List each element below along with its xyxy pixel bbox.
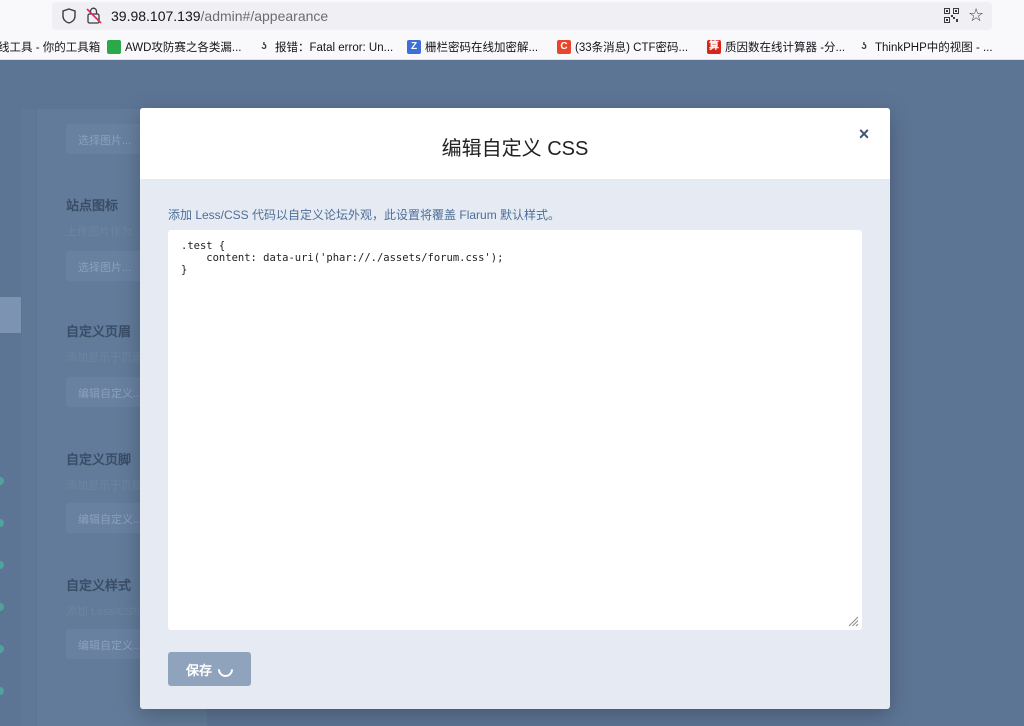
bookmark-label: ThinkPHP中的视图 - ... (875, 42, 993, 54)
close-icon[interactable]: × (852, 122, 876, 146)
section-help: 上传图片作为... (66, 226, 142, 238)
code-line: .test { (181, 240, 226, 252)
code-line: } (181, 264, 188, 276)
bookmarks-bar: 线工具 - 你的工具箱 AWD攻防赛之各类漏... ʖ 报错：Fatal err… (0, 34, 1024, 60)
status-dot (0, 687, 4, 695)
section-heading: 自定义页眉 (66, 324, 132, 339)
zj-logo-icon: Z (407, 40, 421, 54)
browser-toolbar: 39.98.107.139/admin#/appearance ☆ (0, 0, 1024, 34)
url-path: /admin#/appearance (200, 8, 329, 24)
code-line: content: data-uri('phar://./assets/forum… (181, 252, 504, 264)
fox-logo-icon: ʖ (861, 41, 867, 52)
bookmark-item[interactable]: 线工具 - 你的工具箱 (0, 39, 100, 55)
status-dot (0, 561, 4, 569)
bookmark-item[interactable]: Z 栅栏密码在线加密解... (407, 39, 538, 55)
bookmark-star-icon[interactable]: ☆ (968, 5, 984, 25)
bookmark-label: 线工具 - 你的工具箱 (0, 42, 101, 54)
modal-title: 编辑自定义 CSS (441, 138, 589, 160)
save-button[interactable]: 保存 (168, 652, 251, 686)
fox-logo-icon: ʖ (261, 41, 267, 52)
tracking-shield-icon[interactable] (62, 8, 76, 24)
bookmark-item[interactable]: C (33条消息) CTF密码... (557, 39, 688, 55)
insecure-lock-icon[interactable] (86, 7, 102, 24)
bookmark-label: 报错：Fatal error: Un... (275, 42, 394, 54)
save-button-label: 保存 (186, 662, 213, 678)
bookmark-label: AWD攻防赛之各类漏... (125, 42, 242, 54)
bookmark-item[interactable]: ʖ 报错：Fatal error: Un... (257, 39, 393, 55)
resize-handle-icon[interactable] (848, 616, 859, 627)
section-heading: 自定义页脚 (66, 452, 132, 467)
green-bars-icon (107, 40, 121, 54)
bookmark-label: 栅栏密码在线加密解... (425, 42, 539, 54)
section-heading: 站点图标 (66, 198, 119, 213)
status-dot (0, 519, 4, 527)
url-text[interactable]: 39.98.107.139/admin#/appearance (111, 8, 328, 24)
bookmark-item[interactable]: AWD攻防赛之各类漏... (107, 39, 242, 55)
edit-custom-css-modal: 编辑自定义 CSS × 添加 Less/CSS 代码以自定义论坛外观，此设置将覆… (140, 108, 890, 709)
sidebar-active-item[interactable] (0, 297, 21, 333)
modal-help-text: 添加 Less/CSS 代码以自定义论坛外观，此设置将覆盖 Flarum 默认样… (168, 208, 561, 222)
section-help: 添加 Less/CSS... (66, 606, 150, 618)
sidebar-scrollbar[interactable] (22, 109, 36, 726)
modal-header: 编辑自定义 CSS × (140, 108, 890, 179)
bookmark-item[interactable]: ʖ ThinkPHP中的视图 - ... (857, 39, 993, 55)
c-logo-icon: C (557, 40, 571, 54)
bookmark-label: (33条消息) CTF密码... (575, 42, 689, 54)
section-heading: 自定义样式 (66, 578, 132, 593)
qr-code-icon[interactable] (944, 8, 959, 23)
status-dot (0, 477, 4, 485)
css-code-editor[interactable]: .test { content: data-uri('phar://./asse… (168, 230, 862, 630)
status-dot (0, 645, 4, 653)
bookmark-label: 质因数在线计算器 -分... (725, 42, 846, 54)
status-dot (0, 603, 4, 611)
url-host: 39.98.107.139 (111, 8, 201, 24)
loading-spinner-icon (214, 658, 237, 680)
bookmark-item[interactable]: 算 质因数在线计算器 -分... (707, 39, 845, 55)
calc-logo-icon: 算 (707, 40, 721, 54)
